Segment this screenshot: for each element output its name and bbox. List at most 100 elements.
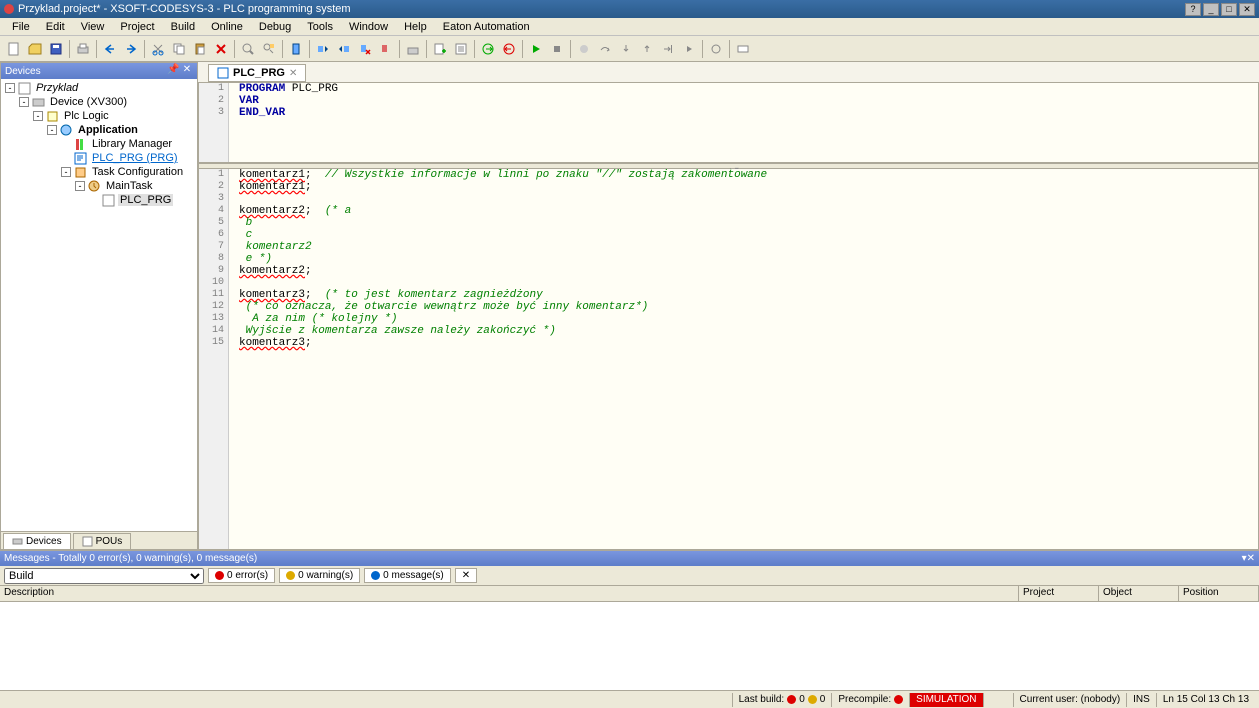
menu-edit[interactable]: Edit — [38, 19, 73, 35]
redo-button[interactable] — [121, 39, 141, 59]
new-button[interactable] — [4, 39, 24, 59]
expand-icon[interactable]: - — [61, 167, 71, 177]
start-button[interactable] — [526, 39, 546, 59]
device-tree[interactable]: - Przyklad - Device (XV300) - Plc Logic … — [1, 79, 197, 531]
maximize-button[interactable]: □ — [1221, 3, 1237, 16]
watch-button[interactable] — [733, 39, 753, 59]
menu-online[interactable]: Online — [203, 19, 251, 35]
tree-node-device[interactable]: - Device (XV300) — [3, 95, 195, 109]
bookmark-toggle-button[interactable] — [376, 39, 396, 59]
find-replace-button[interactable] — [259, 39, 279, 59]
menu-view[interactable]: View — [73, 19, 113, 35]
pou-icon — [102, 194, 115, 207]
tree-node-plclogic[interactable]: - Plc Logic — [3, 109, 195, 123]
col-position[interactable]: Position — [1179, 586, 1259, 601]
messages-filter-button[interactable]: 0 message(s) — [364, 568, 451, 583]
col-description[interactable]: Description — [0, 586, 1019, 601]
errors-filter-button[interactable]: 0 error(s) — [208, 568, 275, 583]
tree-node-plc-prg-task[interactable]: PLC_PRG — [3, 193, 195, 207]
properties-button[interactable] — [451, 39, 471, 59]
tree-label: MainTask — [104, 180, 154, 192]
expand-icon[interactable]: - — [47, 125, 57, 135]
body-editor[interactable]: 123456789101112131415 komentarz1; // Wsz… — [199, 169, 1258, 549]
col-project[interactable]: Project — [1019, 586, 1099, 601]
copy-button[interactable] — [169, 39, 189, 59]
add-object-button[interactable] — [430, 39, 450, 59]
menu-tools[interactable]: Tools — [299, 19, 341, 35]
expand-icon[interactable]: - — [75, 181, 85, 191]
tree-node-task-config[interactable]: - Task Configuration — [3, 165, 195, 179]
status-bar: Last build: 0 0 Precompile: SIMULATION C… — [0, 690, 1259, 708]
task-icon — [88, 180, 101, 193]
panel-pin-button[interactable]: 📌 — [167, 65, 179, 77]
find-button[interactable] — [238, 39, 258, 59]
minimize-button[interactable]: _ — [1203, 3, 1219, 16]
print-button[interactable] — [73, 39, 93, 59]
status-insert-mode[interactable]: INS — [1126, 693, 1156, 707]
library-icon — [74, 138, 87, 151]
step-into-button[interactable] — [616, 39, 636, 59]
debug-tool-button[interactable] — [706, 39, 726, 59]
menu-project[interactable]: Project — [112, 19, 162, 35]
tab-devices[interactable]: Devices — [3, 533, 71, 549]
status-precompile: Precompile: — [831, 693, 909, 707]
close-button[interactable]: ✕ — [1239, 3, 1255, 16]
menu-eaton-automation[interactable]: Eaton Automation — [435, 19, 538, 35]
device-icon — [32, 96, 45, 109]
messages-clear-button[interactable]: ✕ — [455, 568, 477, 583]
left-panel-tabs: Devices POUs — [1, 531, 197, 549]
tree-node-library-manager[interactable]: Library Manager — [3, 137, 195, 151]
messages-close-button[interactable]: ✕ — [1247, 553, 1255, 564]
tab-label: Devices — [26, 536, 62, 547]
help-toggle-button[interactable]: ? — [1185, 3, 1201, 16]
stop-button[interactable] — [547, 39, 567, 59]
expand-icon[interactable]: - — [5, 83, 15, 93]
logout-button[interactable] — [499, 39, 519, 59]
build-button[interactable] — [403, 39, 423, 59]
step-over-button[interactable] — [595, 39, 615, 59]
tree-node-plc-prg[interactable]: PLC_PRG (PRG) — [3, 151, 195, 165]
bookmark-clear-button[interactable] — [355, 39, 375, 59]
status-last-build: Last build: 0 0 — [732, 693, 832, 707]
messages-category-select[interactable]: Build — [4, 568, 204, 584]
bookmark-next-button[interactable] — [313, 39, 333, 59]
bookmark-button[interactable] — [286, 39, 306, 59]
menu-file[interactable]: File — [4, 19, 38, 35]
tree-node-application[interactable]: - Application — [3, 123, 195, 137]
messages-columns: Description Project Object Position — [0, 586, 1259, 602]
paste-button[interactable] — [190, 39, 210, 59]
declaration-editor[interactable]: 123 PROGRAM PLC_PRGVAREND_VAR — [199, 83, 1258, 163]
menu-help[interactable]: Help — [396, 19, 435, 35]
tree-label: Plc Logic — [62, 110, 111, 122]
editor-tab-plc-prg[interactable]: PLC_PRG ✕ — [208, 64, 306, 82]
tree-node-maintask[interactable]: - MainTask — [3, 179, 195, 193]
status-simulation[interactable]: SIMULATION — [909, 693, 982, 707]
cut-button[interactable] — [148, 39, 168, 59]
open-button[interactable] — [25, 39, 45, 59]
panel-close-button[interactable]: ✕ — [181, 65, 193, 77]
bookmark-prev-button[interactable] — [334, 39, 354, 59]
step-next-button[interactable] — [679, 39, 699, 59]
expand-icon[interactable]: - — [19, 97, 29, 107]
status-current-user: Current user: (nobody) — [1013, 693, 1127, 707]
warnings-filter-button[interactable]: 0 warning(s) — [279, 568, 360, 583]
devices-panel-header: Devices 📌 ✕ — [1, 63, 197, 79]
breakpoint-button[interactable] — [574, 39, 594, 59]
messages-list[interactable] — [0, 602, 1259, 690]
col-object[interactable]: Object — [1099, 586, 1179, 601]
messages-title: Messages - Totally 0 error(s), 0 warning… — [4, 553, 1242, 564]
menu-window[interactable]: Window — [341, 19, 396, 35]
run-to-cursor-button[interactable] — [658, 39, 678, 59]
step-out-button[interactable] — [637, 39, 657, 59]
menu-build[interactable]: Build — [163, 19, 203, 35]
delete-button[interactable] — [211, 39, 231, 59]
menu-debug[interactable]: Debug — [251, 19, 299, 35]
login-button[interactable] — [478, 39, 498, 59]
save-button[interactable] — [46, 39, 66, 59]
devices-panel-title: Devices — [5, 66, 165, 77]
undo-button[interactable] — [100, 39, 120, 59]
tree-node-project[interactable]: - Przyklad — [3, 81, 195, 95]
tab-pous[interactable]: POUs — [73, 533, 132, 549]
expand-icon[interactable]: - — [33, 111, 43, 121]
editor-tab-close-button[interactable]: ✕ — [289, 68, 297, 79]
